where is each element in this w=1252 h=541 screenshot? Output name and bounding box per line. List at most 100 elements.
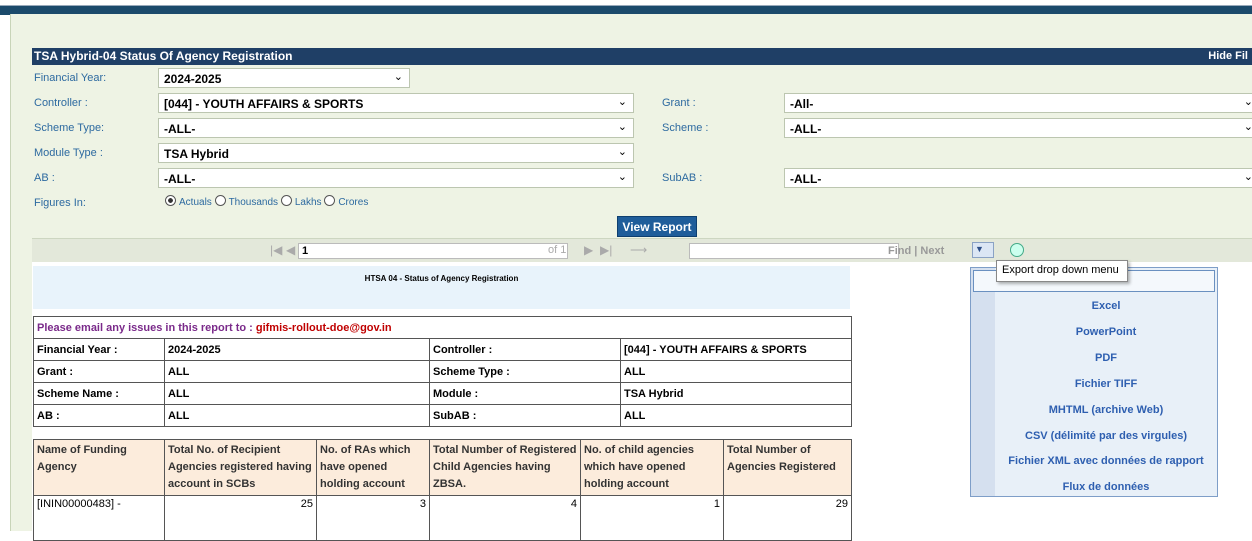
- module-type-select[interactable]: TSA Hybrid ⌄: [158, 143, 634, 163]
- info-label: SubAB :: [429, 404, 621, 427]
- radio-label: Thousands: [228, 197, 279, 208]
- controller-select[interactable]: [044] - YOUTH AFFAIRS & SPORTS ⌄: [158, 93, 634, 113]
- figures-in-label: Figures In:: [34, 197, 86, 209]
- next-link[interactable]: Next: [920, 245, 944, 257]
- last-page-icon[interactable]: ▶|: [600, 243, 612, 257]
- radio-actuals[interactable]: Actuals: [165, 195, 212, 208]
- info-value: ALL: [164, 360, 430, 383]
- radio-crores[interactable]: Crores: [324, 195, 369, 208]
- export-csv[interactable]: CSV (délimité par des virgules): [995, 430, 1217, 442]
- first-page-icon[interactable]: |◀: [270, 243, 282, 257]
- column-header: Total Number of Registered Child Agencie…: [429, 439, 581, 496]
- grant-label: Grant :: [662, 97, 696, 109]
- export-save-icon[interactable]: ▼: [972, 242, 994, 258]
- info-label: Scheme Type :: [429, 360, 621, 383]
- ab-value: -ALL-: [164, 172, 196, 186]
- view-report-button[interactable]: View Report: [617, 216, 697, 237]
- table-row: [ININ00000483] - 25 3 4 1 29: [33, 495, 852, 541]
- export-mhtml[interactable]: MHTML (archive Web): [995, 404, 1217, 416]
- agency-data-table: Name of Funding Agency Total No. of Reci…: [33, 439, 852, 541]
- radio-selected-icon: [165, 195, 176, 206]
- chevron-down-icon: ⌄: [617, 146, 627, 158]
- info-value: ALL: [620, 360, 852, 383]
- radio-label: Crores: [338, 197, 369, 208]
- export-dropdown-menu: Excel PowerPoint PDF Fichier TIFF MHTML …: [970, 267, 1218, 497]
- column-header: Name of Funding Agency: [33, 439, 165, 496]
- report-info-table: Please email any issues in this report t…: [33, 316, 852, 427]
- radio-label: Lakhs: [294, 197, 322, 208]
- next-page-icon[interactable]: ▶: [584, 243, 593, 257]
- export-tiff[interactable]: Fichier TIFF: [995, 378, 1217, 390]
- financial-year-select[interactable]: 2024-2025 ⌄: [158, 68, 410, 88]
- export-powerpoint[interactable]: PowerPoint: [995, 326, 1217, 338]
- info-label: AB :: [33, 404, 165, 427]
- export-excel[interactable]: Excel: [995, 300, 1217, 312]
- figures-in-radio-group: Actuals Thousands Lakhs Crores: [165, 195, 368, 208]
- column-header: No. of RAs which have opened holding acc…: [316, 439, 430, 496]
- table-cell: 4: [429, 495, 581, 541]
- find-next-links: Find | Next: [888, 245, 944, 257]
- info-label: Scheme Name :: [33, 382, 165, 405]
- table-cell: 1: [580, 495, 724, 541]
- export-data-feed[interactable]: Flux de données: [995, 481, 1217, 493]
- subab-select[interactable]: -ALL- ⌄: [784, 168, 1252, 188]
- previous-page-icon[interactable]: ◀: [286, 243, 295, 257]
- chevron-down-icon: ⌄: [393, 71, 403, 83]
- chevron-down-icon: ⌄: [617, 121, 627, 133]
- radio-lakhs[interactable]: Lakhs: [280, 195, 322, 208]
- radio-icon: [280, 195, 292, 206]
- find-input[interactable]: [689, 243, 899, 259]
- table-cell: 29: [723, 495, 852, 541]
- agency-name-cell[interactable]: [ININ00000483] -: [33, 495, 165, 541]
- radio-thousands[interactable]: Thousands: [214, 195, 279, 208]
- column-header: Total Number of Agencies Registered: [723, 439, 852, 496]
- export-tooltip: Export drop down menu: [996, 260, 1128, 282]
- chevron-down-icon: ⌄: [617, 96, 627, 108]
- report-title-bar: TSA Hybrid-04 Status Of Agency Registrat…: [32, 48, 1252, 65]
- module-type-value: TSA Hybrid: [164, 147, 229, 161]
- info-label: Grant :: [33, 360, 165, 383]
- hide-filters-link[interactable]: Hide Fil: [1208, 50, 1248, 62]
- email-link[interactable]: gifmis-rollout-doe@gov.in: [256, 322, 392, 334]
- ab-label: AB :: [34, 172, 55, 184]
- info-label: Financial Year :: [33, 338, 165, 361]
- refresh-icon[interactable]: [1010, 243, 1024, 257]
- info-value: ALL: [164, 404, 430, 427]
- export-xml[interactable]: Fichier XML avec données de rapport: [995, 455, 1217, 467]
- email-notice: Please email any issues in this report t…: [33, 316, 852, 339]
- financial-year-label: Financial Year:: [34, 72, 107, 84]
- chevron-down-icon: ⌄: [1243, 171, 1252, 183]
- back-icon[interactable]: ⟶: [630, 243, 647, 257]
- info-label: Module :: [429, 382, 621, 405]
- info-value: 2024-2025: [164, 338, 430, 361]
- controller-value: [044] - YOUTH AFFAIRS & SPORTS: [164, 97, 364, 111]
- grant-select[interactable]: -All- ⌄: [784, 93, 1252, 113]
- table-cell: 25: [164, 495, 317, 541]
- filter-panel: Financial Year: 2024-2025 ⌄ Controller :…: [32, 65, 1252, 235]
- column-header: Total No. of Recipient Agencies register…: [164, 439, 317, 496]
- scheme-label: Scheme :: [662, 122, 709, 134]
- radio-icon: [214, 195, 226, 206]
- page-number-input[interactable]: 1: [298, 243, 568, 259]
- find-separator: |: [914, 245, 918, 257]
- table-cell: 3: [316, 495, 430, 541]
- menu-gutter: [971, 268, 995, 496]
- controller-label: Controller :: [34, 97, 88, 109]
- subab-value: -ALL-: [790, 172, 822, 186]
- financial-year-value: 2024-2025: [164, 72, 222, 86]
- page-count: of 1: [548, 244, 567, 256]
- grant-value: -All-: [790, 97, 814, 111]
- report-header: HTSA 04 - Status of Agency Registration: [33, 266, 850, 309]
- email-prefix: Please email any issues in this report t…: [37, 321, 256, 334]
- chevron-down-icon: ⌄: [1243, 96, 1252, 108]
- info-label: Controller :: [429, 338, 621, 361]
- scheme-select[interactable]: -ALL- ⌄: [784, 118, 1252, 138]
- export-pdf[interactable]: PDF: [995, 352, 1217, 364]
- find-link[interactable]: Find: [888, 245, 911, 257]
- scheme-type-select[interactable]: -ALL- ⌄: [158, 118, 634, 138]
- info-value: ALL: [620, 404, 852, 427]
- info-value: ALL: [164, 382, 430, 405]
- ab-select[interactable]: -ALL- ⌄: [158, 168, 634, 188]
- info-value: [044] - YOUTH AFFAIRS & SPORTS: [620, 338, 852, 361]
- info-value: TSA Hybrid: [620, 382, 852, 405]
